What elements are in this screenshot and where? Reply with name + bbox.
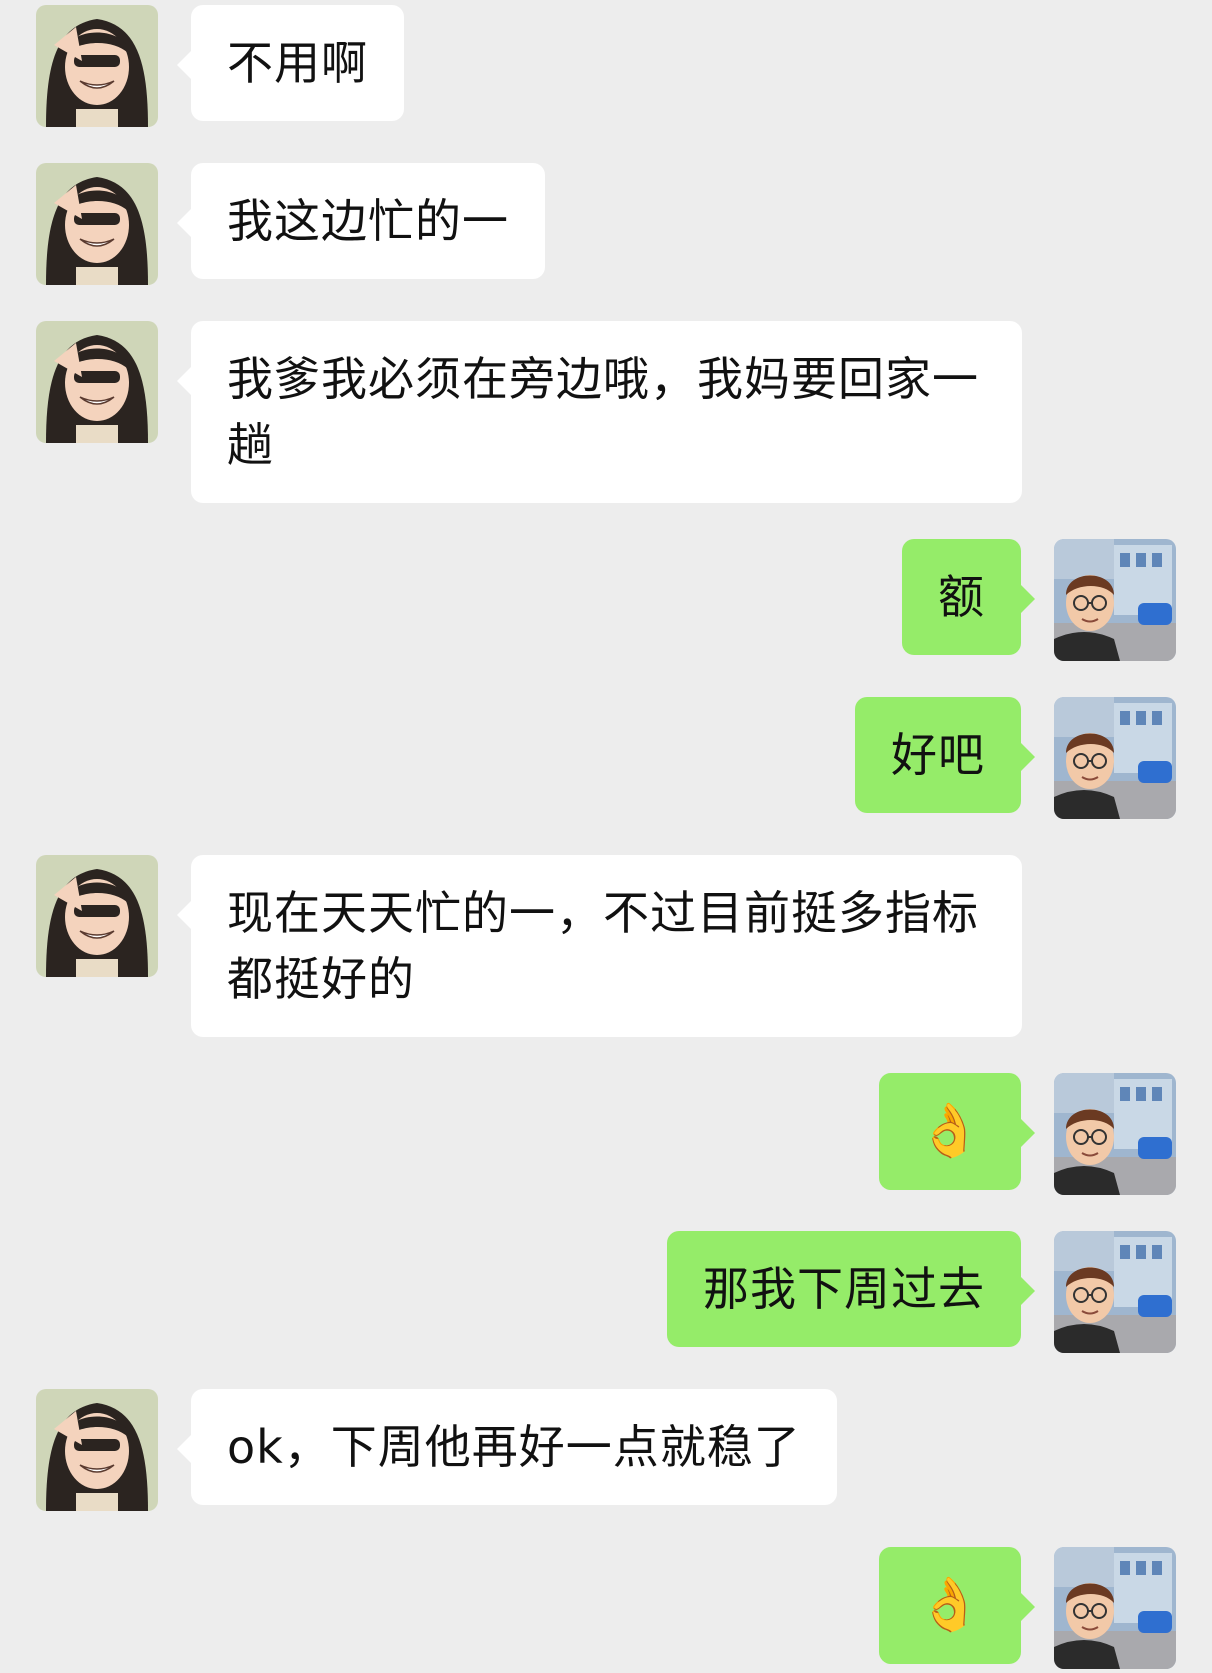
my-avatar[interactable] (1054, 1547, 1176, 1669)
man-avatar-icon (1054, 697, 1176, 819)
message-bubble-outgoing[interactable]: 额 (902, 539, 1035, 655)
message-bubble-outgoing[interactable]: 👌 (879, 1547, 1035, 1664)
chat-message-list: 不用啊 我这边忙的一 我爹我必须在旁边哦，我妈要回家一趟 额 好吧 现在天天忙的… (0, 0, 1212, 1673)
message-bubble-incoming[interactable]: 现在天天忙的一，不过目前挺多指标都挺好的 (177, 855, 1022, 1037)
ok-hand-icon: 👌 (917, 1101, 983, 1161)
my-avatar[interactable] (1054, 1073, 1176, 1195)
message-bubble-incoming[interactable]: 不用啊 (177, 5, 404, 121)
message-bubble-outgoing[interactable]: 那我下周过去 (667, 1231, 1035, 1347)
contact-avatar[interactable] (36, 163, 158, 285)
girl-avatar-icon (36, 5, 158, 127)
my-avatar[interactable] (1054, 1231, 1176, 1353)
contact-avatar[interactable] (36, 321, 158, 443)
my-avatar[interactable] (1054, 539, 1176, 661)
girl-avatar-icon (36, 1389, 158, 1511)
ok-hand-icon: 👌 (917, 1575, 983, 1635)
man-avatar-icon (1054, 1231, 1176, 1353)
contact-avatar[interactable] (36, 1389, 158, 1511)
message-bubble-incoming[interactable]: 我这边忙的一 (177, 163, 545, 279)
my-avatar[interactable] (1054, 697, 1176, 819)
message-bubble-incoming[interactable]: ok，下周他再好一点就稳了 (177, 1389, 837, 1505)
man-avatar-icon (1054, 1073, 1176, 1195)
contact-avatar[interactable] (36, 855, 158, 977)
girl-avatar-icon (36, 163, 158, 285)
message-bubble-outgoing[interactable]: 好吧 (855, 697, 1035, 813)
girl-avatar-icon (36, 321, 158, 443)
message-bubble-incoming[interactable]: 我爹我必须在旁边哦，我妈要回家一趟 (177, 321, 1022, 503)
man-avatar-icon (1054, 539, 1176, 661)
contact-avatar[interactable] (36, 5, 158, 127)
message-bubble-outgoing[interactable]: 👌 (879, 1073, 1035, 1190)
girl-avatar-icon (36, 855, 158, 977)
man-avatar-icon (1054, 1547, 1176, 1669)
